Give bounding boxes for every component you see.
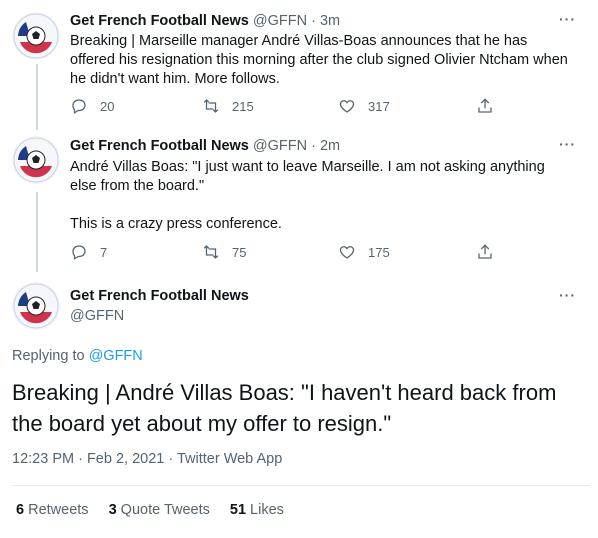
avatar[interactable] bbox=[12, 282, 60, 330]
share-button[interactable] bbox=[476, 97, 506, 115]
quote-label: Quote Tweets bbox=[120, 502, 210, 518]
retweets-label: Retweets bbox=[28, 502, 89, 518]
tweet-header: Get French Football News @GFFN · 2m bbox=[70, 138, 340, 154]
tweet-text: André Villas Boas: "I just want to leave… bbox=[70, 159, 545, 194]
divider bbox=[12, 485, 590, 486]
more-icon[interactable]: ··· bbox=[559, 287, 576, 303]
gffn-logo-icon bbox=[13, 283, 59, 329]
tweet-actions: 20 215 317 bbox=[70, 97, 500, 119]
like-icon bbox=[339, 246, 355, 259]
reply-icon bbox=[72, 245, 86, 260]
separator: · bbox=[307, 13, 320, 29]
avatar[interactable] bbox=[12, 12, 60, 60]
more-icon[interactable]: ··· bbox=[559, 11, 576, 27]
quote-tweets-stat[interactable]: 3 Quote Tweets bbox=[109, 502, 210, 518]
tweet-time[interactable]: 3m bbox=[320, 13, 340, 29]
author-handle[interactable]: @GFFN bbox=[253, 138, 307, 154]
tweet-actions: 7 75 175 bbox=[70, 243, 500, 265]
avatar[interactable] bbox=[12, 136, 60, 184]
author-name[interactable]: Get French Football News bbox=[70, 13, 249, 29]
like-button[interactable]: 317 bbox=[338, 97, 390, 115]
author-handle[interactable]: @GFFN bbox=[253, 13, 307, 29]
reply-button[interactable]: 7 bbox=[70, 243, 107, 261]
quote-count: 3 bbox=[108, 502, 117, 518]
retweet-count: 215 bbox=[232, 98, 254, 114]
share-button[interactable] bbox=[476, 243, 506, 261]
likes-stat[interactable]: 51 Likes bbox=[230, 502, 284, 518]
author-name[interactable]: Get French Football News bbox=[70, 138, 249, 154]
engagement-stats: 6 Retweets 3 Quote Tweets 51 Likes bbox=[16, 502, 304, 518]
tweet-timestamp[interactable]: 12:23 PM · Feb 2, 2021 · Twitter Web App bbox=[12, 451, 282, 467]
retweet-count: 75 bbox=[232, 244, 247, 260]
likes-count: 51 bbox=[229, 502, 247, 518]
separator: · bbox=[307, 138, 320, 154]
retweet-icon bbox=[203, 245, 219, 259]
retweets-count: 6 bbox=[16, 502, 25, 518]
replying-label: Replying to bbox=[12, 348, 85, 364]
thread-line bbox=[36, 192, 38, 272]
gffn-logo-icon bbox=[13, 13, 59, 59]
author-name[interactable]: Get French Football News bbox=[70, 288, 249, 304]
share-icon bbox=[478, 244, 492, 259]
replying-to: Replying to @GFFN bbox=[12, 348, 143, 364]
like-count: 317 bbox=[368, 98, 390, 114]
tweet-text-line-2: This is a crazy press conference. bbox=[70, 216, 282, 232]
reply-count: 7 bbox=[100, 244, 108, 260]
thread-line bbox=[36, 64, 38, 130]
retweets-stat[interactable]: 6 Retweets bbox=[16, 502, 89, 518]
tweet-text: Breaking | Marseille manager André Villa… bbox=[70, 33, 568, 87]
like-button[interactable]: 175 bbox=[338, 243, 390, 261]
likes-label: Likes bbox=[250, 502, 284, 518]
like-icon bbox=[339, 100, 355, 113]
retweet-icon bbox=[203, 99, 219, 113]
main-tweet-text: Breaking | André Villas Boas: "I haven't… bbox=[12, 380, 557, 436]
author-handle[interactable]: @GFFN bbox=[70, 308, 124, 324]
replying-handle-link[interactable]: @GFFN bbox=[89, 348, 143, 364]
retweet-button[interactable]: 215 bbox=[202, 97, 254, 115]
gffn-logo-icon bbox=[13, 137, 59, 183]
share-icon bbox=[478, 98, 492, 113]
like-count: 175 bbox=[368, 244, 390, 260]
more-icon[interactable]: ··· bbox=[559, 136, 576, 152]
reply-count: 20 bbox=[100, 98, 115, 114]
retweet-button[interactable]: 75 bbox=[202, 243, 246, 261]
tweet-time[interactable]: 2m bbox=[320, 138, 340, 154]
reply-button[interactable]: 20 bbox=[70, 97, 114, 115]
tweet-header: Get French Football News @GFFN · 3m bbox=[70, 13, 340, 29]
reply-icon bbox=[72, 99, 86, 114]
